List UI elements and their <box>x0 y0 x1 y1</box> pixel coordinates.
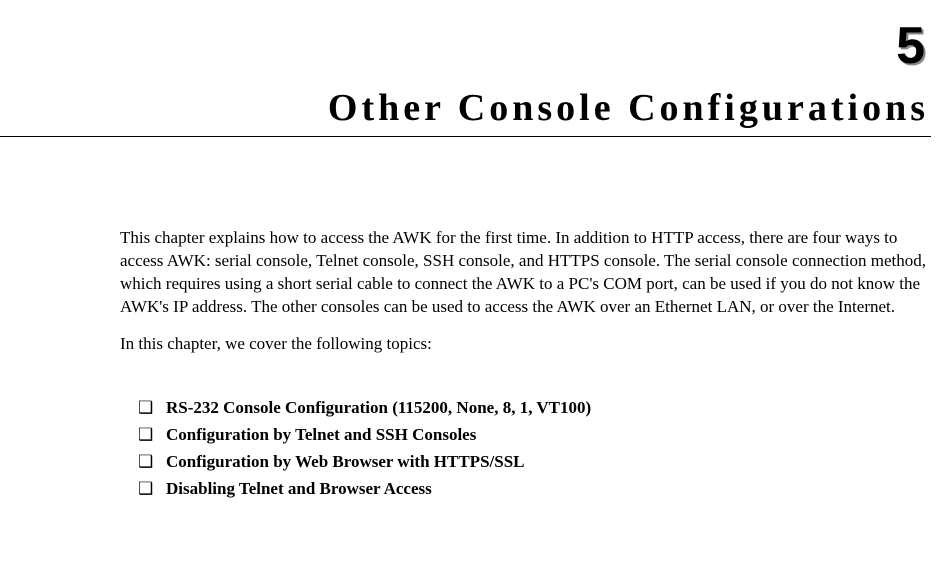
chapter-number: 5 <box>120 20 931 72</box>
topic-item: Configuration by Web Browser with HTTPS/… <box>138 448 931 475</box>
chapter-title: Other Console Configurations <box>120 86 931 136</box>
topics-list: RS-232 Console Configuration (115200, No… <box>120 394 931 503</box>
topic-item: Configuration by Telnet and SSH Consoles <box>138 421 931 448</box>
page-content: 5 Other Console Configurations This chap… <box>0 0 951 522</box>
topic-item: RS-232 Console Configuration (115200, No… <box>138 394 931 421</box>
intro-paragraph: This chapter explains how to access the … <box>120 227 931 319</box>
topics-intro: In this chapter, we cover the following … <box>120 333 931 356</box>
topic-item: Disabling Telnet and Browser Access <box>138 475 931 502</box>
title-divider <box>0 136 931 137</box>
